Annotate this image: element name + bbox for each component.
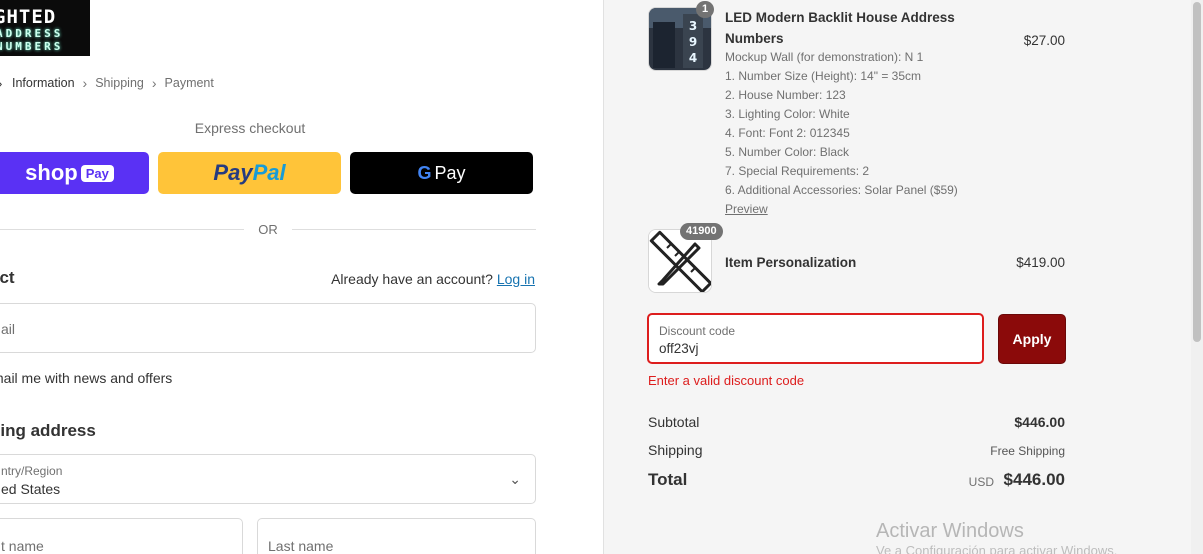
chevron-right-icon: › — [82, 75, 88, 91]
product-option: 3. Lighting Color: White — [725, 107, 850, 121]
total-label: Total — [648, 470, 688, 489]
product-option: 7. Special Requirements: 2 — [725, 164, 870, 178]
windows-activation-subtext: Ve a Configuración para activar Windows. — [876, 543, 1118, 554]
express-checkout-title: Express checkout — [194, 120, 306, 136]
store-logo[interactable]: GHTED ADDRESS NUMBERS — [0, 0, 90, 56]
google-icon: G — [417, 162, 432, 183]
shop-pay-button[interactable]: shop Pay — [0, 152, 149, 194]
total-value: $446.00 — [1003, 470, 1065, 489]
preview-link[interactable]: Preview — [725, 202, 768, 216]
subtotal-value: $446.00 — [1014, 414, 1065, 430]
product-option: 6. Additional Accessories: Solar Panel (… — [725, 183, 958, 197]
product-option: 1. Number Size (Height): 14" = 35cm — [725, 69, 922, 83]
product-option: 5. Number Color: Black — [725, 145, 850, 159]
discount-error-message: Enter a valid discount code — [648, 373, 805, 388]
svg-text:3: 3 — [689, 19, 697, 33]
newsletter-checkbox-label[interactable]: mail me with news and offers — [0, 370, 172, 386]
login-link[interactable]: Log in — [497, 271, 535, 287]
shipping-address-heading: ping address — [0, 421, 96, 440]
breadcrumb-chevron-icon: › — [0, 76, 2, 91]
breadcrumb-shipping: Shipping — [95, 76, 144, 90]
subtotal-label: Subtotal — [648, 414, 700, 430]
product-option: 2. House Number: 123 — [725, 88, 846, 102]
first-name-field[interactable]: t name — [0, 518, 243, 554]
paypal-button[interactable]: Pay Pal — [158, 152, 341, 194]
contact-heading: act — [0, 268, 15, 287]
scrollbar-thumb[interactable] — [1193, 2, 1201, 342]
chevron-down-icon: ⌄ — [509, 471, 521, 487]
chevron-right-icon: › — [151, 75, 157, 91]
svg-text:4: 4 — [689, 51, 697, 65]
order-summary-panel: 3 9 4 1 LED Modern Backlit House Address… — [603, 0, 1203, 554]
discount-code-field[interactable]: Discount code off23vj — [647, 313, 984, 364]
product-option: Mockup Wall (for demonstration): N 1 — [725, 50, 924, 64]
product-option: 4. Font: Font 2: 012345 — [725, 126, 850, 140]
product-title: LED Modern Backlit House Address Numbers — [725, 10, 955, 46]
or-divider: OR — [0, 222, 536, 237]
shipping-value: Free Shipping — [990, 444, 1065, 458]
product-price: $27.00 — [1023, 33, 1065, 48]
breadcrumb-information: Information — [12, 76, 75, 90]
email-field[interactable]: ail — [0, 303, 536, 353]
checkout-form-panel: GHTED ADDRESS NUMBERS › Information › Sh… — [0, 0, 603, 554]
personalization-price: $419.00 — [1016, 255, 1065, 270]
windows-activation-watermark: Activar Windows — [876, 520, 1024, 542]
country-select[interactable]: ntry/Region ed States ⌄ — [0, 454, 536, 504]
account-prompt: Already have an account? Log in — [331, 271, 535, 287]
currency-code: USD — [968, 475, 994, 489]
apply-discount-button[interactable]: Apply — [998, 314, 1066, 364]
last-name-field[interactable]: Last name — [257, 518, 536, 554]
google-pay-button[interactable]: G Pay — [350, 152, 533, 194]
quantity-badge: 1 — [696, 1, 715, 18]
shipping-label: Shipping — [648, 442, 703, 458]
scrollbar[interactable] — [1191, 0, 1203, 554]
breadcrumb: Information › Shipping › Payment — [12, 75, 214, 91]
svg-text:9: 9 — [689, 35, 697, 49]
personalization-title: Item Personalization — [725, 255, 857, 270]
breadcrumb-payment: Payment — [164, 76, 214, 90]
quantity-badge: 41900 — [680, 223, 723, 240]
